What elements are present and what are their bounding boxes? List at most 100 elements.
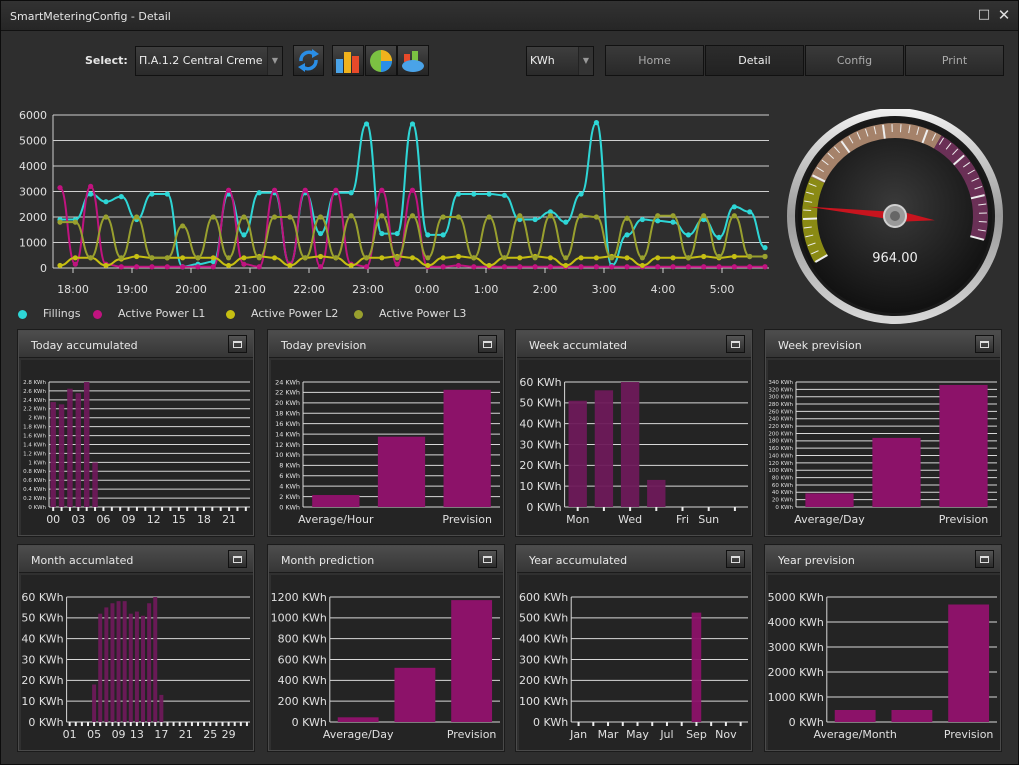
refresh-button[interactable] [293,45,324,76]
series-point-1 [241,261,247,267]
panel-maximize-button[interactable] [228,335,247,353]
x-tick-label: 01 [63,728,77,741]
bar [92,462,98,507]
x-tick-label: 09 [122,513,136,526]
series-point-3 [440,214,446,220]
x-tick-label: 4:00 [651,283,676,296]
panel-maximize-button[interactable] [726,335,745,353]
series-point-1 [363,264,370,270]
series-point-3 [57,219,63,225]
panel-body: 340 KWh 320 KWh 300 KWh 280 KWh 260 KWh 240 K… [768,360,1000,535]
legend-label: Active Power L1 [118,307,206,320]
series-point-1 [716,264,722,270]
panel-body: 2.8 KWh 2.6 KWh 2.4 KWh 2.2 KWh 2 KWh 1.8 KWh… [21,360,253,535]
nav-detail-button[interactable]: Detail [705,45,804,76]
x-tick-label: 13 [130,728,144,741]
bar [92,684,97,722]
panel-maximize-button[interactable] [478,550,497,568]
close-icon[interactable]: ✕ [996,7,1012,23]
series-point-0 [149,191,155,197]
panel-maximize-button[interactable] [726,550,745,568]
series-point-2 [287,262,293,269]
series-point-3 [256,255,262,261]
maximize-icon [731,341,740,348]
y-tick-label: 6 KWh [279,472,300,480]
series-point-3 [363,255,370,261]
series-point-1 [409,187,416,193]
y-tick-label: 800 KWh [278,633,327,646]
y-tick-label: 1000 [19,237,47,250]
y-tick-label: 1 KWh [28,460,46,466]
series-point-0 [241,232,247,238]
pie-chart-button[interactable] [365,45,397,76]
x-tick-label: 20:00 [175,283,207,296]
series-point-0 [639,216,645,223]
panel-maximize-button[interactable] [975,335,994,353]
y-tick-label: 1.4 KWh [23,442,46,448]
nav-config-button[interactable]: Config [805,45,904,76]
site-select[interactable]: Π.Α.1.2 Central Creme ▼ [135,46,283,76]
main-line-chart: 6000 5000 4000 3000 2000 1000 0 18:00 19:00 20:00… [19,109,769,296]
bar [939,384,988,507]
series-point-3 [624,215,630,221]
x-tick-label: Average/Month [813,728,896,741]
series-point-1 [455,262,462,269]
bar-chart-button[interactable] [332,45,364,76]
series-point-3 [88,255,94,261]
gauge-tick [899,124,902,133]
chart-panel: Today accumulated 2.8 KWh 2.6 KWh 2.4 KWh 2.… [17,329,255,537]
bar [67,388,73,507]
y-tick-label: 100 KWh [768,468,793,474]
y-tick-label: 0.2 KWh [23,496,46,502]
nav-home-button[interactable]: Home [605,45,704,76]
stacked-chart-button[interactable] [397,45,429,76]
maximize-icon [483,556,492,563]
maximize-icon[interactable]: □ [976,7,992,23]
series-point-0 [425,232,431,238]
y-tick-label: 300 KWh [519,653,568,666]
bar [451,600,493,722]
series-point-3 [685,255,691,261]
y-tick-label: 12 KWh [275,441,300,449]
x-tick-label: 15 [172,513,186,526]
series-point-1 [210,264,216,270]
unit-select[interactable]: KWh ▼ [526,46,594,76]
x-tick-label: Mar [598,728,619,741]
series-point-2 [593,255,600,261]
panel-header: Today prevision [269,331,503,358]
series-point-1 [164,264,170,270]
bar [312,495,360,507]
panel-maximize-button[interactable] [478,335,497,353]
bar [50,402,56,507]
series-point-2 [134,253,140,260]
x-tick-label: 03 [71,513,85,526]
y-tick-label: 2000 [19,211,47,224]
panel-header: Month accumlated [19,546,253,573]
y-tick-label: 24 KWh [275,378,300,386]
series-point-1 [379,187,385,193]
x-tick-label: Jul [659,728,673,741]
panel-maximize-button[interactable] [975,550,994,568]
nav-print-button[interactable]: Print [905,45,1004,76]
series-point-3 [149,255,155,261]
y-tick-label: 40 KWh [21,633,63,646]
bar-chart: 60 KWh 50 KWh 40 KWh 30 KWh 20 KWh 10 KWh 0 KW… [21,591,250,741]
x-tick-label: 29 [222,728,236,741]
series-point-0 [624,232,630,238]
bar [394,667,436,722]
legend-label: Active Power L2 [251,307,339,320]
series-point-1 [302,187,308,193]
series-point-3 [731,213,737,219]
x-tick-label: 09 [112,728,126,741]
panel-header: Today accumulated [19,331,253,358]
series-point-3 [701,213,707,219]
series-point-1 [333,187,339,193]
x-tick-label: Prevision [939,513,989,526]
series-point-0 [394,230,400,237]
series-point-3 [118,255,124,261]
x-tick-label: 21 [222,513,236,526]
panel-maximize-button[interactable] [228,550,247,568]
y-tick-label: 1.6 KWh [23,433,46,439]
series-point-1 [149,264,155,270]
series-point-3 [379,213,385,219]
